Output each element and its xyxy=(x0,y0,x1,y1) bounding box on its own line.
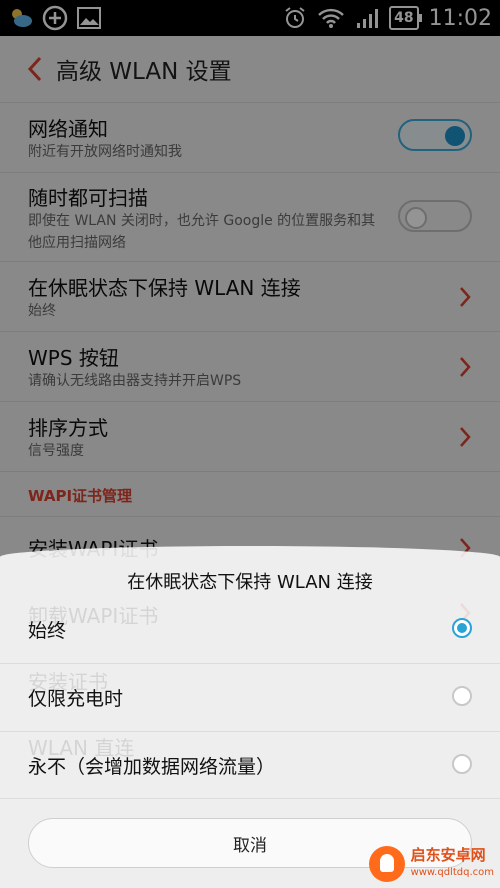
watermark-text: 启东安卓网 www.qdltdq.com xyxy=(411,847,494,881)
radio-selected-icon[interactable] xyxy=(452,618,472,638)
watermark: 启东安卓网 www.qdltdq.com xyxy=(368,846,494,882)
option-label: 仅限充电时 xyxy=(28,688,124,710)
dialog-title: 在休眠状态下保持 WLAN 连接 xyxy=(127,572,373,593)
option-label: 始终 xyxy=(28,620,67,642)
watermark-logo-icon xyxy=(368,846,405,882)
radio-unselected-icon[interactable] xyxy=(452,754,472,774)
radio-unselected-icon[interactable] xyxy=(452,686,472,706)
watermark-url: www.qdltdq.com xyxy=(410,867,494,878)
option-always[interactable]: 始终 xyxy=(0,596,500,664)
sleep-policy-dialog: 卸载WAPI证书 安装证书 WLAN 直连 在休眠状态下保持 WLAN 连接 始… xyxy=(0,546,500,888)
divider xyxy=(0,798,500,799)
option-never[interactable]: 永不（会增加数据网络流量） xyxy=(0,732,500,800)
option-only-charging[interactable]: 仅限充电时 xyxy=(0,664,500,732)
option-label: 永不（会增加数据网络流量） xyxy=(28,756,276,778)
watermark-name: 启东安卓网 xyxy=(410,846,486,864)
